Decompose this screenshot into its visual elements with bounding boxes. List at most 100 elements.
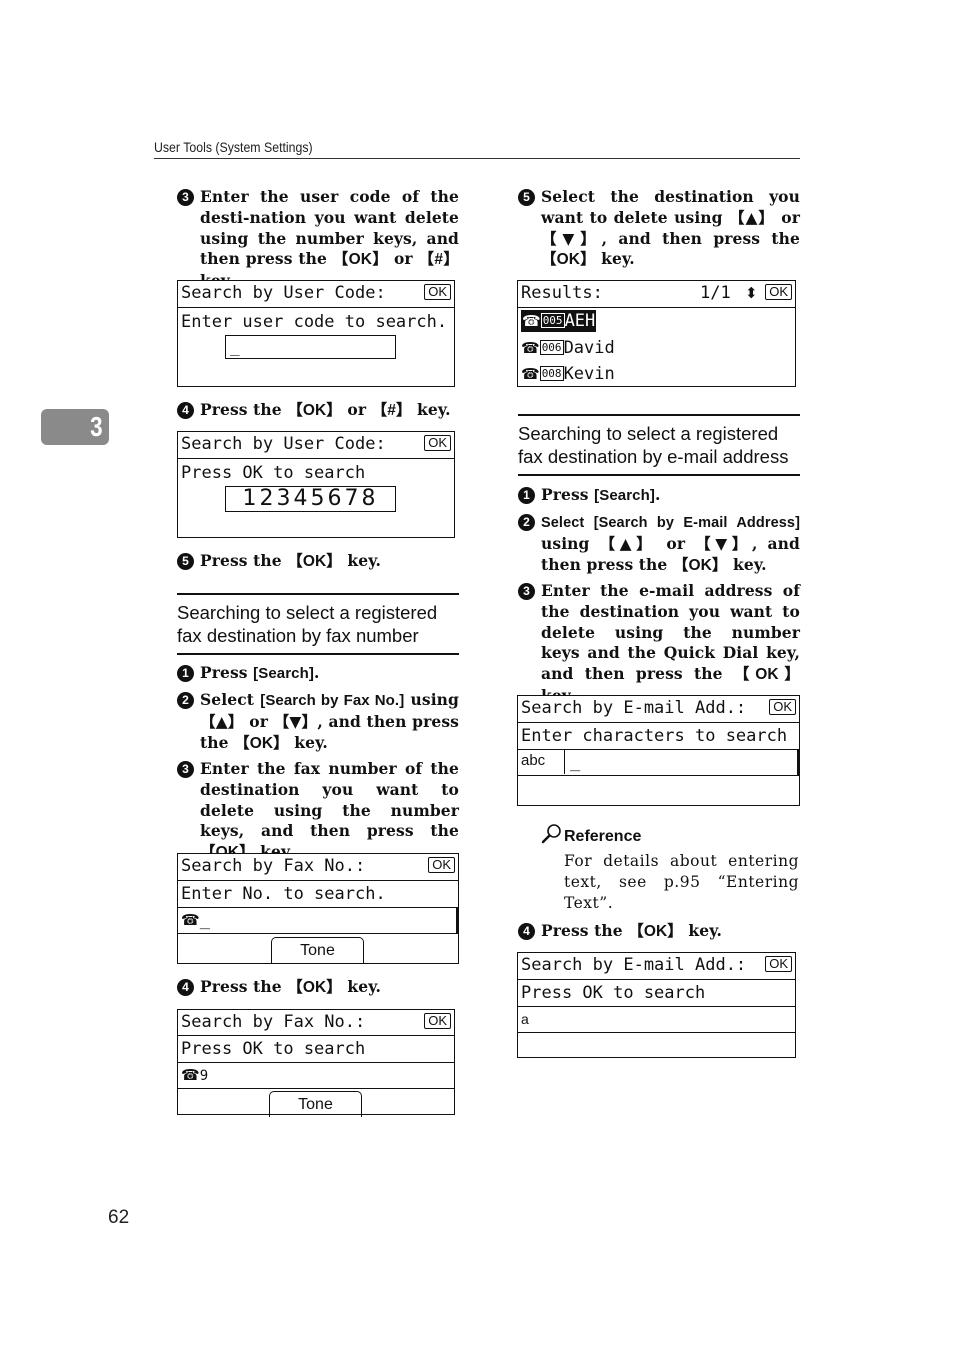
ok-key-label: 【OK】 <box>287 978 342 996</box>
ok-key-label: 【OK】 <box>287 401 342 419</box>
lcd-title: Search by User Code: <box>181 434 386 454</box>
phone-icon: ☎ <box>521 339 540 357</box>
lcd-prompt: Enter No. to search. <box>178 881 458 908</box>
running-header: User Tools (System Settings) <box>154 139 313 155</box>
ok-key-label: 【OK】 <box>234 733 289 752</box>
lcd-title: Search by E-mail Add.: <box>521 955 747 975</box>
lcd-prompt: Enter characters to search <box>518 723 799 750</box>
lcd-prompt: Enter user code to search. <box>181 312 448 332</box>
step-number: 1 <box>518 487 535 504</box>
reference-title: Reference <box>564 828 642 845</box>
lcd-email-entry: Search by E-mail Add.: OK Enter characte… <box>517 695 800 806</box>
phone-icon: ☎ <box>181 911 200 929</box>
ok-button[interactable]: OK <box>424 1013 451 1029</box>
user-code-input[interactable]: _ <box>225 335 396 359</box>
step-number: 4 <box>177 979 194 996</box>
up-key-label: 【▲】 <box>200 712 244 731</box>
down-key-label: 【▼】 <box>695 534 752 553</box>
up-key-label: 【▲】 <box>599 534 657 553</box>
section-rule-bottom <box>177 653 459 655</box>
fax-step-press-ok: 4 Press the 【OK】 key. <box>177 977 459 999</box>
header-rule <box>154 158 800 159</box>
ok-key-label: 【OK】 <box>541 250 596 269</box>
hash-key-label: 【#】 <box>418 250 459 269</box>
lcd-user-code-ready: Search by User Code: OK Press OK to sear… <box>177 431 455 538</box>
ok-key-label: 【OK】 <box>287 552 342 570</box>
ok-button[interactable]: OK <box>428 857 455 873</box>
fax-number-input[interactable]: ☎_ <box>178 908 458 934</box>
down-key-label: 【▼】 <box>273 712 318 731</box>
result-item[interactable]: ☎ 008 Kevin <box>518 361 795 388</box>
section-rule-bottom <box>518 474 800 476</box>
page-indicator: 1/1 <box>700 283 731 303</box>
lcd-email-ready: Search by E-mail Add.: OK Press OK to se… <box>517 952 796 1058</box>
lcd-fax-ready: Search by Fax No.: OK Press OK to search… <box>177 1009 455 1117</box>
destination-name: David <box>563 338 615 358</box>
tone-button[interactable]: Tone <box>269 1091 362 1117</box>
destination-name: Kevin <box>563 364 615 384</box>
step-number: 1 <box>177 665 194 682</box>
fax-step-enter-number: 3 Enter the fax number of the destinatio… <box>177 759 459 864</box>
lcd-results: Results: 1/1 ⬍ OK ☎ 005 AEH ☎ 006 David ☎ 008… <box>517 280 796 387</box>
section-title-email: Searching to select a registered fax des… <box>518 423 789 467</box>
step-press-ok: 5 Press the 【OK】 key. <box>177 551 459 573</box>
ok-button[interactable]: OK <box>765 284 792 300</box>
ok-button[interactable]: OK <box>765 956 792 972</box>
step-number: 3 <box>177 761 194 778</box>
result-item[interactable]: ☎ 006 David <box>518 335 795 362</box>
section-title-fax-number: Searching to select a registered fax des… <box>177 602 438 646</box>
step-number: 5 <box>177 553 194 570</box>
fax-step-press-search: 1 Press [Search]. <box>177 663 459 685</box>
lcd-title: Search by Fax No.: <box>181 856 366 876</box>
phone-icon: ☎ <box>521 365 540 383</box>
email-input-row: abc _ <box>518 750 799 776</box>
search-ui-label: [Search] <box>253 665 314 682</box>
phone-icon: ☎ <box>522 312 541 330</box>
step-number: 2 <box>177 692 194 709</box>
quick-dial-code: 006 <box>539 340 564 355</box>
email-step-press-search: 1 Press [Search]. <box>518 485 800 507</box>
ok-button[interactable]: OK <box>769 699 796 715</box>
up-down-arrow-icon[interactable]: ⬍ <box>745 281 758 305</box>
step-number: 2 <box>518 514 535 531</box>
step-number: 3 <box>518 583 535 600</box>
section-rule-top <box>518 414 800 416</box>
reference-body: For details about entering text, see p.9… <box>564 852 799 912</box>
lcd-prompt: Press OK to search <box>181 463 366 483</box>
tone-button[interactable]: Tone <box>271 937 364 964</box>
step-enter-user-code: 3 Enter the user code of the desti-natio… <box>177 187 459 292</box>
destination-name: AEH <box>564 311 596 331</box>
search-by-email-ui-label: [Search by E-mail Address] <box>593 515 800 531</box>
lcd-title: Search by E-mail Add.: <box>521 698 747 718</box>
step-press-ok-or-hash: 4 Press the 【OK】 or 【#】 key. <box>177 400 459 422</box>
ok-button[interactable]: OK <box>424 435 451 451</box>
lcd-user-code-entry: Search by User Code: OK Enter user code … <box>177 280 455 387</box>
ok-key-label: 【OK】 <box>672 555 728 574</box>
ok-button[interactable]: OK <box>424 284 451 300</box>
phone-icon: ☎ <box>181 1066 200 1084</box>
email-step-enter-address: 3 Enter the e-mail address of the destin… <box>518 581 800 707</box>
email-step-press-ok: 4 Press the 【OK】 key. <box>518 921 800 943</box>
lcd-title: Search by Fax No.: <box>181 1012 366 1032</box>
page-number: 62 <box>108 1207 130 1228</box>
fax-step-select-search-by-fax: 2 Select [Search by Fax No.] using 【▲】 o… <box>177 690 459 754</box>
lcd-prompt: Press OK to search <box>178 1036 454 1063</box>
step-number: 4 <box>177 402 194 419</box>
lcd-prompt: Press OK to search <box>518 980 795 1007</box>
magnifier-icon <box>541 823 563 845</box>
input-mode-abc[interactable]: abc <box>518 750 565 774</box>
email-input[interactable]: a <box>518 1007 795 1033</box>
step-select-destination: 5 Select the destination you want to del… <box>518 187 800 271</box>
lcd-title: Search by User Code: <box>181 283 386 303</box>
email-input[interactable]: _ <box>570 750 580 774</box>
down-key-label: 【▼】 <box>541 229 602 248</box>
step-number: 3 <box>177 189 194 206</box>
chapter-number: 3 <box>90 411 103 442</box>
hash-key-label: 【#】 <box>371 401 412 419</box>
result-item[interactable]: ☎ 005 AEH <box>518 308 795 335</box>
fax-number-input[interactable]: ☎9 <box>178 1063 454 1089</box>
lcd-fax-entry: Search by Fax No.: OK Enter No. to searc… <box>177 853 459 964</box>
search-ui-label: [Search] <box>594 487 655 504</box>
user-code-input[interactable]: 12345678 <box>225 486 396 512</box>
email-step-select-search-by-email: 2 Select [Search by E-mail Address] usin… <box>518 512 800 576</box>
